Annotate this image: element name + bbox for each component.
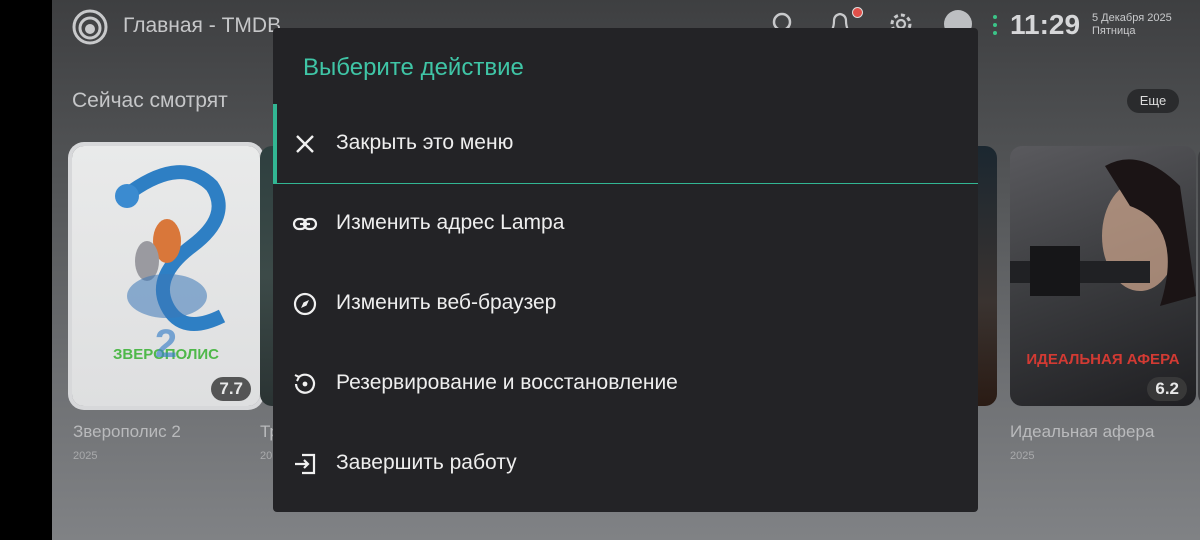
page-title: Главная - TMDB [123,14,282,37]
menu-item-close[interactable]: Закрыть это меню [273,104,978,184]
rating-badge: 7.7 [211,377,251,401]
poster-number-text: 2 [154,322,178,366]
menu-item-backup-restore[interactable]: Резервирование и восстановление [273,344,978,424]
card-year: 2025 [73,450,98,462]
menu-item-change-address[interactable]: Изменить адрес Lampa [273,184,978,264]
logo-icon[interactable] [72,9,108,45]
compass-icon [293,292,317,316]
menu-item-change-browser[interactable]: Изменить веб-браузер [273,264,978,344]
weekday: Пятница [1092,25,1136,37]
menu-item-label: Закрыть это меню [336,131,514,154]
card-year: 2025 [1010,450,1035,462]
menu-item-label: Резервирование и восстановление [336,371,678,394]
section-title: Сейчас смотрят [72,89,228,112]
card-title: Идеальная афера [1010,422,1155,441]
exit-icon [295,453,316,475]
dialog-title: Выберите действие [303,54,524,81]
movie-card[interactable]: ЗВЕРОПОЛИС 2 7.7 [72,146,260,406]
poster-title-text: ИДЕАЛЬНАЯ АФЕРА [1026,351,1180,368]
more-button[interactable]: Еще [1127,89,1179,113]
restore-icon [294,373,316,394]
link-icon [292,217,318,231]
menu-item-label: Завершить работу [336,451,517,474]
poster-image [115,165,226,331]
close-icon [296,135,314,153]
card-title: Зверополис 2 [73,422,181,441]
menu-item-label: Изменить адрес Lampa [336,211,565,234]
status-dots [992,15,998,37]
clock: 11:29 [1010,9,1081,40]
card-year: 20 [260,450,273,462]
movie-card[interactable]: ИДЕАЛЬНАЯ АФЕРА 6.2 [1010,146,1196,406]
date: 5 Декабря 2025 [1092,12,1172,24]
action-menu-dialog: Выберите действие Закрыть это меню Измен… [273,28,978,512]
rating-badge: 6.2 [1147,377,1187,401]
menu-item-label: Изменить веб-браузер [336,291,557,314]
menu-item-exit[interactable]: Завершить работу [273,424,978,504]
notification-badge [852,7,863,18]
